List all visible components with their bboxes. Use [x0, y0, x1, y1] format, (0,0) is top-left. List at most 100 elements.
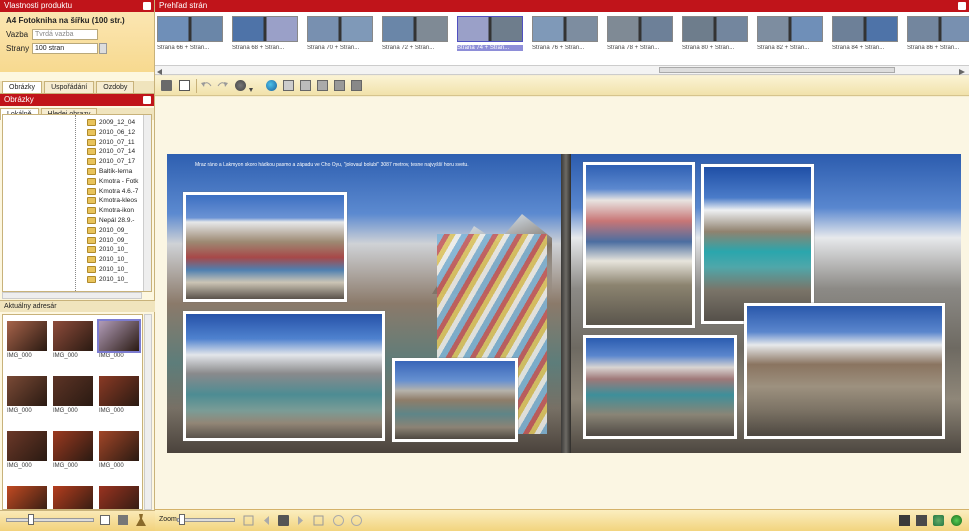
zoom-out-icon[interactable]	[333, 515, 344, 526]
layout-icon[interactable]	[283, 80, 294, 91]
recent-thumbnail[interactable]: IMG_000	[7, 321, 47, 359]
page-thumbnail	[907, 16, 969, 42]
folder-item[interactable]: 2010_10_	[87, 246, 128, 254]
last-page-icon[interactable]	[313, 515, 324, 526]
photo-2[interactable]	[183, 311, 385, 441]
undo-icon[interactable]	[201, 80, 212, 91]
page-strip-item[interactable]: Strana 78 + Stran...	[607, 16, 673, 51]
scroll-thumb[interactable]	[659, 67, 895, 73]
photo-1[interactable]	[183, 192, 347, 302]
save-as-icon[interactable]	[916, 515, 927, 526]
zoom-knob[interactable]	[179, 514, 185, 525]
page-strip-item[interactable]: Strana 86 + Stran...	[907, 16, 969, 51]
right-page[interactable]	[571, 154, 961, 453]
recent-thumbnail[interactable]: IMG_000	[53, 431, 93, 469]
tree-hscrollbar[interactable]	[2, 292, 142, 299]
preview-icon[interactable]	[933, 515, 944, 526]
page-strip-item[interactable]: Strana 66 + Stran...	[157, 16, 223, 51]
tree-scrollbar[interactable]	[143, 115, 151, 291]
zoom-in-icon[interactable]	[351, 515, 362, 526]
folder-item[interactable]: Kmotra-ikon	[87, 207, 134, 215]
tab-images[interactable]: Obrázky	[2, 81, 43, 93]
background-icon[interactable]	[300, 80, 311, 91]
tab-layout[interactable]: Uspořádání	[44, 81, 95, 93]
effects-icon[interactable]	[235, 80, 246, 91]
photo-7[interactable]	[744, 303, 945, 439]
photo-5[interactable]	[701, 164, 814, 324]
folder-item[interactable]: Nepál 28.9.-	[87, 217, 134, 224]
photo-6[interactable]	[583, 335, 737, 439]
recent-thumbnail[interactable]: IMG_000	[7, 376, 47, 414]
recent-thumbnail[interactable]: IMG_000	[53, 321, 93, 359]
left-page[interactable]: Mraz ráno a Lakmyon skoro hádkou pasmo a…	[167, 154, 561, 453]
photo-4[interactable]	[583, 162, 695, 328]
page-strip-item[interactable]: Strana 84 + Stran...	[832, 16, 898, 51]
recent-thumbnail[interactable]: IMG_000	[99, 376, 139, 414]
recent-thumbnail[interactable]: IMG_000	[99, 431, 139, 469]
pages-select[interactable]: 100 stran	[32, 43, 98, 54]
pin-icon[interactable]	[136, 514, 146, 526]
page-strip-item[interactable]: Strana 74 + Stran...	[457, 16, 523, 51]
folder-item[interactable]: Kmotra-kleos	[87, 197, 137, 205]
globe-icon[interactable]	[266, 80, 277, 91]
folder-item[interactable]: 2010_10_	[87, 266, 128, 273]
first-page-icon[interactable]	[243, 515, 254, 526]
folder-item[interactable]: 2010_07_11	[87, 138, 135, 146]
cover-field[interactable]: Tvrdá vazba	[32, 29, 98, 40]
page-strip-item[interactable]: Strana 70 + Stran...	[307, 16, 373, 51]
folder-item[interactable]: 2010_09_	[87, 226, 128, 234]
order-icon[interactable]	[951, 515, 962, 526]
text-icon[interactable]	[179, 80, 190, 91]
folder-label: 2010_10_	[99, 275, 128, 283]
folder-item[interactable]: 2010_06_12	[87, 128, 135, 136]
save-icon[interactable]	[899, 515, 910, 526]
folder-item[interactable]: 2010_07_17	[87, 158, 135, 166]
collapse-icon[interactable]	[958, 2, 966, 10]
chevron-down-icon[interactable]	[99, 43, 107, 54]
frame-icon[interactable]	[317, 80, 328, 91]
view-icon[interactable]	[100, 515, 110, 525]
copy-icon[interactable]	[351, 80, 362, 91]
book-spread[interactable]: Mraz ráno a Lakmyon skoro hádkou pasmo a…	[167, 154, 961, 453]
next-page-icon[interactable]	[295, 515, 306, 526]
folder-item[interactable]: Baltík-Ierna	[87, 168, 132, 175]
page-thumbnail	[157, 16, 223, 42]
recent-thumbnail[interactable]: IMG_000	[7, 431, 47, 469]
page-strip-item[interactable]: Strana 82 + Stran...	[757, 16, 823, 51]
folder-item[interactable]: Kmotra 4.6.-7	[87, 187, 138, 195]
zoom-slider[interactable]	[177, 518, 235, 522]
chevron-down-icon[interactable]	[249, 84, 253, 92]
page-thumbnail	[532, 16, 598, 42]
tab-decorations[interactable]: Ozdoby	[96, 81, 135, 93]
redo-icon[interactable]	[217, 80, 228, 91]
chevron-left-icon[interactable]	[157, 67, 163, 75]
thumb-size-knob[interactable]	[28, 514, 34, 525]
page-settings-icon[interactable]	[161, 80, 172, 91]
collapse-icon[interactable]	[143, 96, 151, 104]
folder-item[interactable]: Kmotra - Fotk	[87, 177, 138, 185]
prev-page-icon[interactable]	[261, 515, 272, 526]
thumb-size-slider[interactable]	[6, 518, 94, 522]
collapse-icon[interactable]	[143, 2, 151, 10]
recent-scrollbar[interactable]	[144, 314, 152, 510]
page-strip-scrollbar[interactable]	[155, 65, 969, 75]
folder-item[interactable]: 2010_10_	[87, 256, 128, 264]
chevron-right-icon[interactable]	[959, 67, 965, 75]
folder-item[interactable]: 2010_10_	[87, 275, 128, 283]
recent-thumbnail[interactable]: IMG_000	[99, 486, 139, 509]
page-strip-item[interactable]: Strana 68 + Stran...	[232, 16, 298, 51]
page-strip-item[interactable]: Strana 80 + Stran...	[682, 16, 748, 51]
folder-item[interactable]: 2010_07_14	[87, 148, 135, 156]
page-strip-item[interactable]: Strana 76 + Stran...	[532, 16, 598, 51]
folder-item[interactable]: 2009_12_04	[87, 119, 135, 126]
grid-icon[interactable]	[334, 80, 345, 91]
recent-thumbnail[interactable]: IMG_000	[53, 486, 93, 509]
recent-thumbnail[interactable]: IMG_000	[97, 319, 141, 359]
folder-item[interactable]: 2010_09_	[87, 236, 128, 244]
recent-thumbnail[interactable]: IMG_000	[7, 486, 47, 509]
current-page-icon[interactable]	[278, 515, 289, 526]
page-strip-item[interactable]: Strana 72 + Stran...	[382, 16, 448, 51]
sort-icon[interactable]	[118, 515, 128, 525]
recent-thumbnail[interactable]: IMG_000	[53, 376, 93, 414]
photo-3[interactable]	[392, 358, 518, 442]
